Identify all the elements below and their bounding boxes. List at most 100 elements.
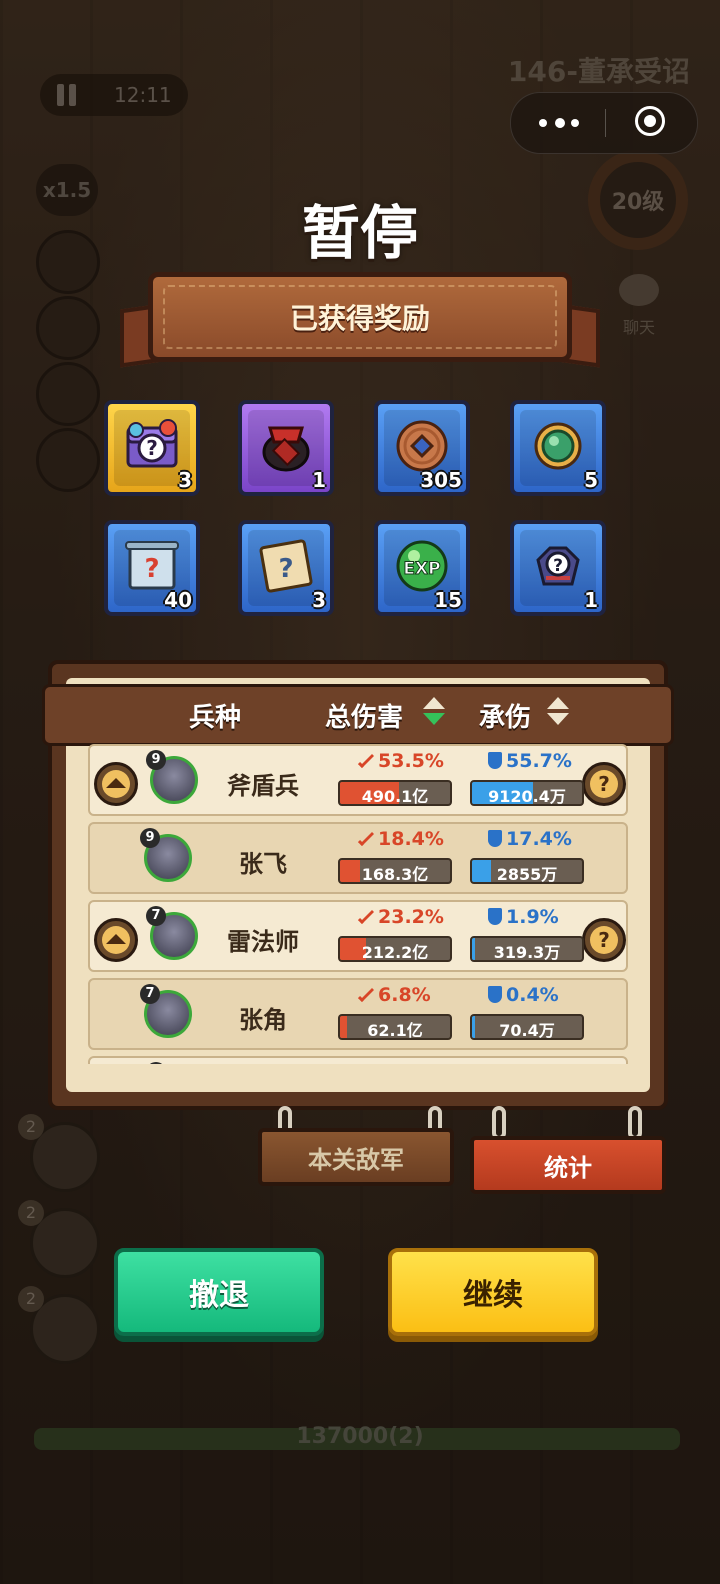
damage-percent-text: 53.5% xyxy=(378,750,444,772)
reward-count: 40 xyxy=(164,588,192,612)
svg-text:?: ? xyxy=(146,436,158,460)
retreat-button[interactable]: 撤退 xyxy=(114,1248,324,1336)
info-button[interactable]: ? xyxy=(582,918,626,962)
unit-level: 9 xyxy=(146,750,166,770)
info-button[interactable]: ? xyxy=(582,762,626,806)
reward-count: 3 xyxy=(312,588,326,612)
unit-row[interactable]: 7 张角 6.8% 62.1亿 0.4% 70.4万 xyxy=(88,978,628,1050)
taken-percent-text: 17.4% xyxy=(506,828,572,850)
stats-header: 兵种 总伤害 承伤 xyxy=(42,684,674,746)
copper-coin-icon xyxy=(396,420,448,472)
header-damage[interactable]: 总伤害 xyxy=(325,697,403,734)
damage-bar: 62.1亿 xyxy=(338,1014,452,1040)
taken-percent: 17.4% xyxy=(488,828,572,850)
damage-bar: 490.1亿 xyxy=(338,780,452,806)
rope xyxy=(628,1106,642,1140)
damage-percent-text: 0.0% xyxy=(378,1062,431,1064)
collapse-button[interactable] xyxy=(94,762,138,806)
header-taken[interactable]: 承伤 xyxy=(479,697,531,734)
reward-count: 305 xyxy=(420,468,462,492)
svg-text:?: ? xyxy=(144,554,159,584)
rewards-banner: 已获得奖励 xyxy=(120,272,600,368)
mystery-scroll-icon: ? xyxy=(259,539,313,593)
unit-name: 斧盾兵 xyxy=(227,772,299,800)
miniprogram-capsule[interactable] xyxy=(510,92,698,154)
header-unit: 兵种 xyxy=(189,703,242,733)
taken-bar: 70.4万 xyxy=(470,1014,584,1040)
unit-row[interactable]: ?0.0%0.0% xyxy=(88,1056,628,1064)
chevron-up-icon xyxy=(106,778,126,788)
mystery-chest-icon: ? xyxy=(126,419,178,468)
damage-bar: 168.3亿 xyxy=(338,858,452,884)
reward-count: 3 xyxy=(178,468,192,492)
tab-stats[interactable]: 统计 xyxy=(470,1136,666,1194)
unit-name: 雷法师 xyxy=(227,928,299,956)
reward-item[interactable]: 1 xyxy=(238,400,334,496)
unit-level: 7 xyxy=(140,984,160,1004)
damage-value: 62.1亿 xyxy=(367,1021,423,1040)
shield-icon xyxy=(488,908,502,925)
tab-enemies[interactable]: 本关敌军 xyxy=(258,1128,454,1186)
taken-percent-text: 0.4% xyxy=(506,984,559,1006)
ribbon-body: 已获得奖励 xyxy=(148,272,572,362)
sort-taken-icon[interactable] xyxy=(545,695,571,731)
reward-count: 1 xyxy=(312,468,326,492)
reward-item[interactable]: ? 40 xyxy=(104,520,200,616)
taken-percent: 1.9% xyxy=(488,906,559,928)
unit-name: 张角 xyxy=(239,1006,287,1034)
taken-percent-text: 0.0% xyxy=(506,1062,559,1064)
shield-icon xyxy=(488,830,502,847)
unit-name: 张飞 xyxy=(239,850,287,878)
reward-item[interactable]: 5 xyxy=(510,400,606,496)
reward-item[interactable]: EXP 15 xyxy=(374,520,470,616)
stats-list[interactable]: ? 9 斧盾兵 53.5% 490.1亿 55.7% 9120.4万 9 张飞 18.4% 168.… xyxy=(88,744,628,1064)
reward-item[interactable]: ? 3 xyxy=(104,400,200,496)
taken-bar: 9120.4万 xyxy=(470,780,584,806)
rewards-banner-text: 已获得奖励 xyxy=(289,302,430,335)
svg-text:?: ? xyxy=(278,554,293,584)
reward-item[interactable]: ? 3 xyxy=(238,520,334,616)
more-icon[interactable] xyxy=(539,113,581,133)
collapse-button[interactable] xyxy=(94,918,138,962)
svg-text:EXP: EXP xyxy=(403,559,440,579)
stats-board: 兵种 总伤害 承伤 ? 9 斧盾兵 53.5% 490.1亿 55.7% 9120.4万 9 张… xyxy=(42,660,674,1110)
exp-orb-icon: EXP xyxy=(396,540,448,592)
taken-percent: 0.4% xyxy=(488,984,559,1006)
reward-item[interactable]: 305 xyxy=(374,400,470,496)
damage-percent-text: 18.4% xyxy=(378,828,444,850)
unit-row[interactable]: ? 7 雷法师 23.2% 212.2亿 1.9% 319.3万 xyxy=(88,900,628,972)
taken-bar: 319.3万 xyxy=(470,936,584,962)
damage-value: 212.2亿 xyxy=(361,943,429,962)
taken-percent-text: 1.9% xyxy=(506,906,559,928)
unit-row[interactable]: ? 9 斧盾兵 53.5% 490.1亿 55.7% 9120.4万 xyxy=(88,744,628,816)
mystery-scroll-blue-icon: ? xyxy=(125,541,179,590)
damage-bar: 212.2亿 xyxy=(338,936,452,962)
sort-damage-icon[interactable] xyxy=(421,695,447,731)
rope xyxy=(492,1106,506,1140)
unit-row[interactable]: 9 张飞 18.4% 168.3亿 17.4% 2855万 xyxy=(88,822,628,894)
damage-percent-text: 23.2% xyxy=(378,906,444,928)
continue-button[interactable]: 继续 xyxy=(388,1248,598,1336)
close-target-icon[interactable] xyxy=(635,106,665,136)
taken-bar: 2855万 xyxy=(470,858,584,884)
damage-percent: 53.5% xyxy=(358,750,444,772)
pause-title: 暂停 xyxy=(301,199,418,267)
shield-icon xyxy=(488,986,502,1003)
jade-ring-icon xyxy=(534,422,582,470)
damage-percent-text: 6.8% xyxy=(378,984,431,1006)
taken-value: 9120.4万 xyxy=(488,787,566,806)
unit-level: 7 xyxy=(146,906,166,926)
shield-icon xyxy=(488,752,502,769)
question-icon: ? xyxy=(590,926,618,954)
damage-percent: 0.0% xyxy=(358,1062,431,1064)
taken-percent: 0.0% xyxy=(488,1062,559,1064)
wine-jar-icon xyxy=(262,426,310,472)
svg-text:?: ? xyxy=(553,556,563,576)
taken-value: 2855万 xyxy=(496,865,558,884)
unit-level: 9 xyxy=(140,828,160,848)
question-icon: ? xyxy=(590,770,618,798)
damage-percent: 6.8% xyxy=(358,984,431,1006)
damage-percent: 18.4% xyxy=(358,828,444,850)
reward-item[interactable]: ? 1 xyxy=(510,520,606,616)
damage-percent: 23.2% xyxy=(358,906,444,928)
